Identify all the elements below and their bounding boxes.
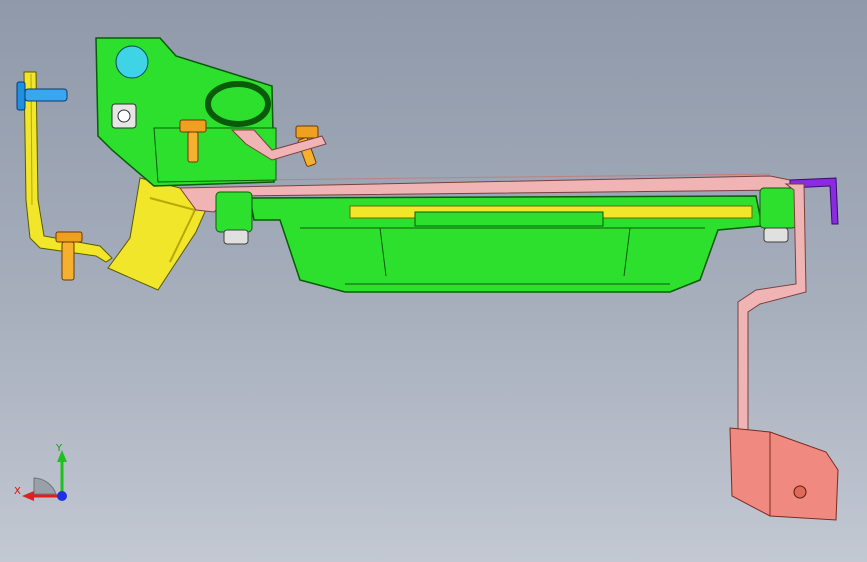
z-axis bbox=[57, 491, 67, 501]
y-axis-label: Y bbox=[55, 443, 63, 454]
round-hole bbox=[115, 45, 149, 79]
x-axis-label: X bbox=[14, 486, 21, 497]
orientation-triad: Y X bbox=[14, 443, 67, 501]
blue-pin-part[interactable] bbox=[16, 81, 68, 111]
left-mount-part[interactable] bbox=[215, 191, 253, 245]
left-bolt-part[interactable] bbox=[55, 231, 83, 281]
tray-housing-part[interactable] bbox=[249, 195, 763, 293]
right-mount-part[interactable] bbox=[759, 187, 797, 243]
cad-viewport[interactable]: Y X bbox=[0, 0, 867, 562]
assembly-model[interactable] bbox=[0, 0, 867, 562]
mount-hole bbox=[793, 485, 807, 499]
upper-bracket-part[interactable] bbox=[95, 37, 277, 187]
